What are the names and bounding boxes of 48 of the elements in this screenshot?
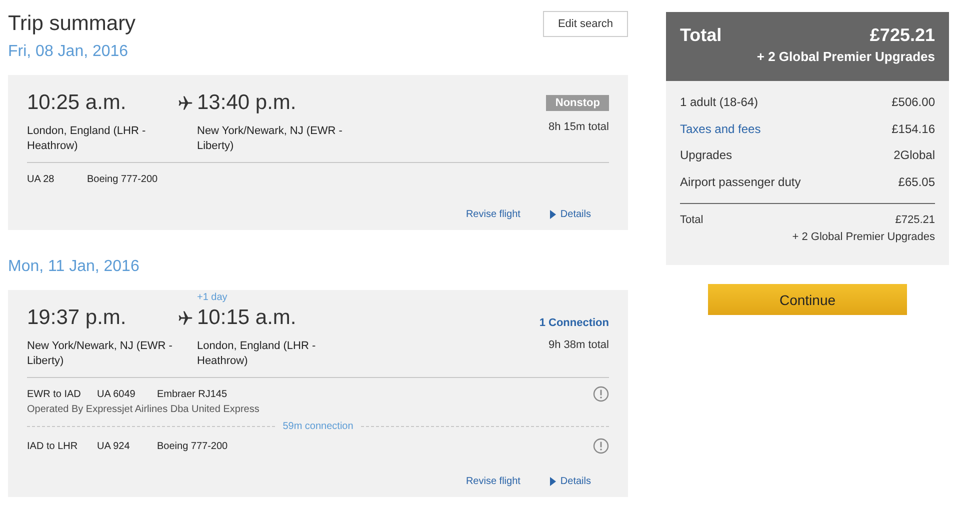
- day-offset: +1 day: [197, 292, 228, 304]
- fare-link[interactable]: Taxes and fees: [680, 116, 761, 142]
- details-link[interactable]: Details: [550, 476, 591, 487]
- fare-value: £154.16: [892, 120, 935, 138]
- continue-button[interactable]: Continue: [708, 284, 907, 315]
- revise-flight-link[interactable]: Revise flight: [466, 209, 520, 220]
- fare-label: Upgrades: [680, 147, 732, 164]
- arrival-city: New York/Newark, NJ (EWR - Liberty): [197, 124, 344, 154]
- fare-label: 1 adult (18-64): [680, 94, 758, 111]
- nonstop-tag: Nonstop: [546, 95, 609, 111]
- connection-link[interactable]: 1 Connection: [539, 317, 609, 329]
- segment-route: EWR to IAD: [27, 388, 82, 400]
- aircraft-type: Boeing 777-200: [87, 174, 159, 184]
- revise-flight-link[interactable]: Revise flight: [466, 476, 520, 487]
- flight-number: UA 924: [97, 440, 131, 452]
- segment-route: IAD to LHR: [27, 440, 79, 452]
- summary-title: Total: [680, 25, 722, 46]
- arrival-time: 13:40 p.m.: [197, 90, 298, 116]
- trip-date: Fri, 08 Jan, 2016: [8, 43, 130, 61]
- edit-search-button[interactable]: Edit search: [542, 11, 628, 37]
- total-label: Total: [680, 214, 704, 226]
- details-link[interactable]: Details: [550, 209, 591, 220]
- aircraft-type: Boeing 777-200: [157, 440, 229, 452]
- trip-duration: 9h 38m total: [548, 339, 609, 351]
- flight-number: UA 6049: [97, 388, 136, 400]
- connection-time: 59m connection: [282, 421, 354, 432]
- flight-number: UA 28: [27, 174, 56, 184]
- departure-city: New York/Newark, NJ (EWR - Liberty): [27, 339, 174, 369]
- fare-value: £506.00: [892, 94, 935, 111]
- upgrades-note: + 2 Global Premier Upgrades: [756, 49, 935, 64]
- aircraft-type: Embraer RJ145: [157, 388, 228, 400]
- total-price: £725.21: [870, 25, 935, 46]
- departure-time: 19:37 p.m.: [27, 305, 128, 331]
- departure-time: 10:25 a.m.: [27, 90, 128, 116]
- triangle-icon: [550, 477, 556, 486]
- fare-label: Airport passenger duty: [680, 174, 801, 190]
- upgrades-note: + 2 Global Premier Upgrades: [791, 231, 935, 243]
- fare-value: £65.05: [898, 174, 935, 190]
- trip-date: Mon, 11 Jan, 2016: [8, 258, 140, 276]
- trip-duration: 8h 15m total: [548, 121, 609, 133]
- arrival-city: London, England (LHR - Heathrow): [197, 339, 317, 369]
- total-value: £725.21: [895, 214, 935, 226]
- page-title: Trip summary: [8, 12, 136, 36]
- operator-note: Operated By Expressjet Airlines Dba United Express: [27, 404, 260, 415]
- fare-value: 2Global: [894, 147, 935, 164]
- departure-city: London, England (LHR - Heathrow): [27, 124, 147, 154]
- triangle-icon: [550, 210, 556, 219]
- arrival-time: 10:15 a.m.: [197, 305, 298, 331]
